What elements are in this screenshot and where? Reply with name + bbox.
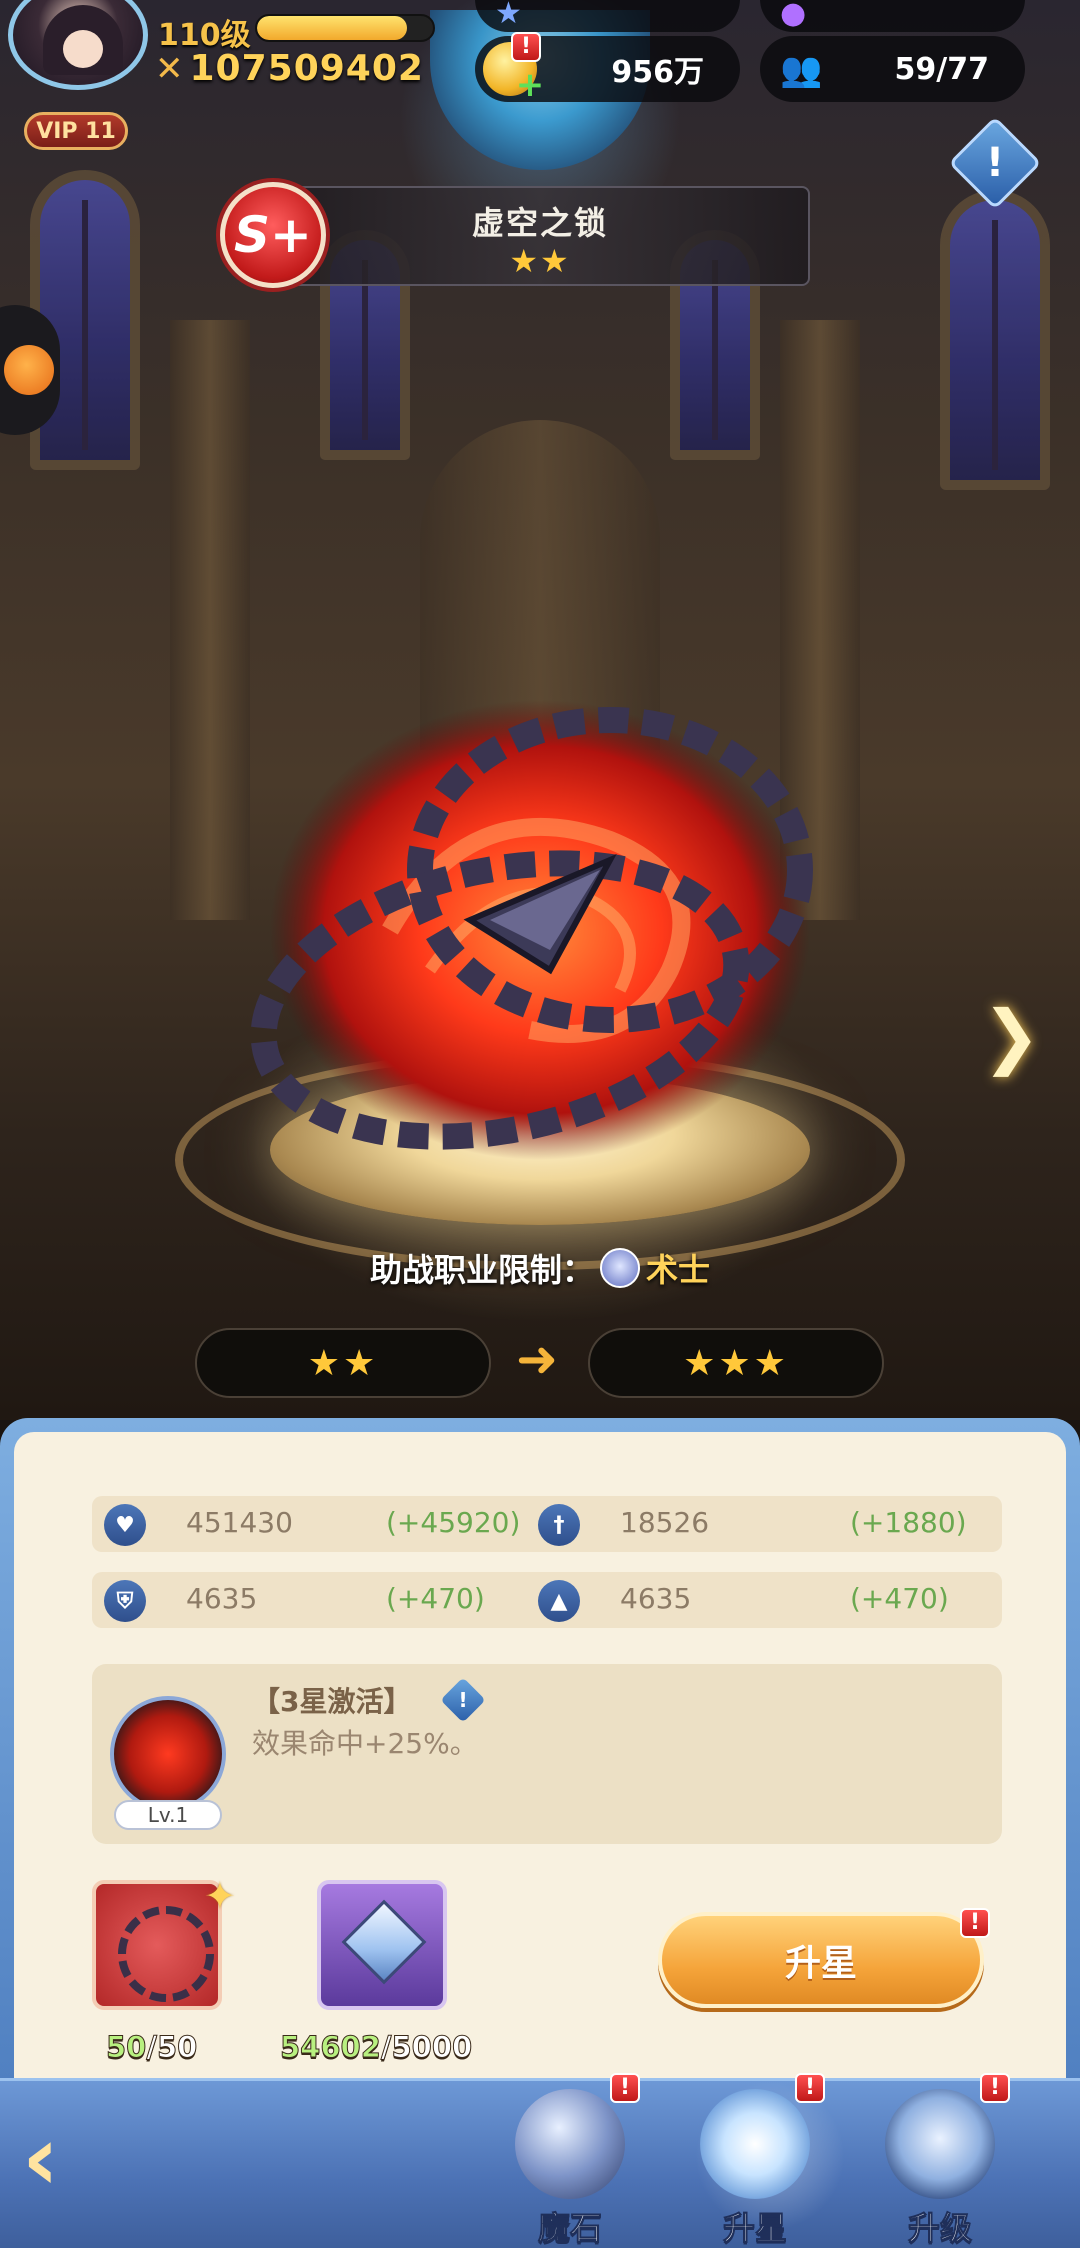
next-stars-pill: ★★★ bbox=[588, 1328, 884, 1398]
cathedral-window bbox=[940, 190, 1050, 490]
skill-level: Lv.1 bbox=[114, 1800, 222, 1830]
skill-info-button[interactable]: ! bbox=[440, 1677, 486, 1723]
exp-bar-fill bbox=[257, 16, 407, 40]
side-pet-button[interactable] bbox=[0, 305, 60, 435]
stat-atk-value: 18526 bbox=[620, 1506, 710, 1539]
gold-coin-pill[interactable]: + ! 956万 bbox=[475, 32, 740, 102]
class-restriction-label: 助战职业限制： bbox=[369, 1251, 594, 1289]
material-shard-card[interactable]: ✦ bbox=[92, 1874, 236, 2010]
stat-def-value: 4635 bbox=[186, 1582, 258, 1615]
stat-row: ♥ 451430 (+45920) † 18526 (+1880) bbox=[92, 1496, 1002, 1552]
exclamation-icon: ! bbox=[985, 140, 1005, 186]
pet-icon bbox=[4, 345, 54, 395]
combat-power: ✕ 107509402 bbox=[155, 48, 424, 89]
alert-icon: ! bbox=[960, 1908, 990, 1938]
resource-pill-top-right[interactable]: ● bbox=[760, 0, 1025, 32]
shard-need: /50 bbox=[146, 2030, 198, 2065]
item-stars: ★★ bbox=[509, 242, 571, 280]
upgrade-panel-frame: ♥ 451430 (+45920) † 18526 (+1880) ⛨ 4635… bbox=[0, 1418, 1080, 2098]
alert-icon: ! bbox=[610, 2073, 640, 2103]
crystal-have: 54602 bbox=[280, 2030, 382, 2065]
stat-def-add: (+470) bbox=[386, 1582, 485, 1615]
skill-box: Lv.1 【3星激活】 ! 效果命中+25%。 bbox=[92, 1664, 1002, 1844]
stat-atk-add: (+1880) bbox=[850, 1506, 967, 1539]
bottom-nav: ‹ ! 魔石 ! 升星 ! 升级 bbox=[0, 2073, 1080, 2248]
current-stars-pill: ★★ bbox=[195, 1328, 491, 1398]
dragon-icon bbox=[885, 2089, 995, 2199]
add-coin-icon[interactable]: + bbox=[515, 68, 545, 102]
warlock-class-icon bbox=[600, 1248, 640, 1288]
class-name: 术士 bbox=[646, 1251, 711, 1289]
friends-count: 59/77 bbox=[894, 51, 989, 87]
alert-icon: ! bbox=[980, 2073, 1010, 2103]
star-icon: ✦ bbox=[204, 1874, 236, 1918]
star-compass-icon bbox=[700, 2089, 810, 2199]
star-crystal-icon: ★ bbox=[495, 0, 522, 31]
back-icon[interactable]: ‹ bbox=[22, 2111, 118, 2207]
alert-icon: ! bbox=[795, 2073, 825, 2103]
next-item-arrow-icon[interactable]: ❯ bbox=[982, 995, 1041, 1077]
material-crystal-count: 54602/5000 bbox=[280, 2030, 473, 2065]
alert-icon: ! bbox=[511, 32, 541, 62]
material-shard-count: 50/50 bbox=[105, 2030, 198, 2065]
stat-mdef-add: (+470) bbox=[850, 1582, 949, 1615]
stat-hp-value: 451430 bbox=[186, 1506, 293, 1539]
tab-label: 升级 bbox=[907, 2209, 972, 2248]
purple-orb-icon: ● bbox=[780, 0, 807, 31]
crystal-icon bbox=[341, 1899, 427, 1985]
exp-bar bbox=[255, 14, 435, 42]
vip-badge[interactable]: VIP 11 bbox=[24, 112, 128, 150]
gold-coin-value: 956万 bbox=[611, 55, 704, 90]
crystal-need: /5000 bbox=[380, 2030, 473, 2065]
upgrade-star-button[interactable]: 升星 bbox=[658, 1912, 984, 2008]
tab-label: 魔石 bbox=[537, 2209, 602, 2248]
crossed-swords-icon: ✕ bbox=[155, 48, 184, 89]
tab-upgrade-star[interactable]: ! 升星 bbox=[690, 2073, 825, 2248]
friends-icon: 👥 bbox=[780, 50, 823, 90]
item-name: 虚空之锁 bbox=[471, 204, 608, 242]
class-restriction: 助战职业限制： 术士 bbox=[0, 1245, 1080, 1291]
sword-icon: † bbox=[538, 1504, 580, 1546]
avatar-face bbox=[63, 30, 103, 68]
skill-title: 【3星激活】 bbox=[252, 1685, 412, 1718]
exclamation-icon: ! bbox=[458, 1688, 468, 1712]
stat-hp-add: (+45920) bbox=[386, 1506, 521, 1539]
shard-have: 50 bbox=[105, 2030, 147, 2065]
magic-stone-icon bbox=[515, 2089, 625, 2199]
shield-icon: ⛨ bbox=[104, 1580, 146, 1622]
material-crystal-card[interactable] bbox=[317, 1880, 447, 2010]
mage-hat-icon: ▲ bbox=[538, 1580, 580, 1622]
resource-pill-top-left[interactable]: ★ bbox=[475, 0, 740, 32]
rank-badge: S+ bbox=[220, 182, 326, 288]
arrow-right-icon: ➜ bbox=[516, 1330, 558, 1388]
heart-icon: ♥ bbox=[104, 1504, 146, 1546]
tab-level-up[interactable]: ! 升级 bbox=[875, 2073, 1010, 2248]
tab-magic-stone[interactable]: ! 魔石 bbox=[505, 2073, 640, 2248]
upgrade-panel: ♥ 451430 (+45920) † 18526 (+1880) ⛨ 4635… bbox=[14, 1432, 1066, 2098]
friends-pill[interactable]: 👥 59/77 bbox=[760, 36, 1025, 102]
void-lock-artifact bbox=[250, 700, 813, 1160]
stone-pillar bbox=[170, 320, 250, 920]
stat-row: ⛨ 4635 (+470) ▲ 4635 (+470) bbox=[92, 1572, 1002, 1628]
skill-description: 效果命中+25%。 bbox=[252, 1727, 478, 1760]
combat-power-value: 107509402 bbox=[189, 48, 424, 89]
stat-mdef-value: 4635 bbox=[620, 1582, 692, 1615]
skill-icon[interactable] bbox=[110, 1696, 226, 1812]
tab-label: 升星 bbox=[722, 2209, 787, 2248]
item-title-banner: 虚空之锁 ★★ bbox=[270, 186, 810, 286]
